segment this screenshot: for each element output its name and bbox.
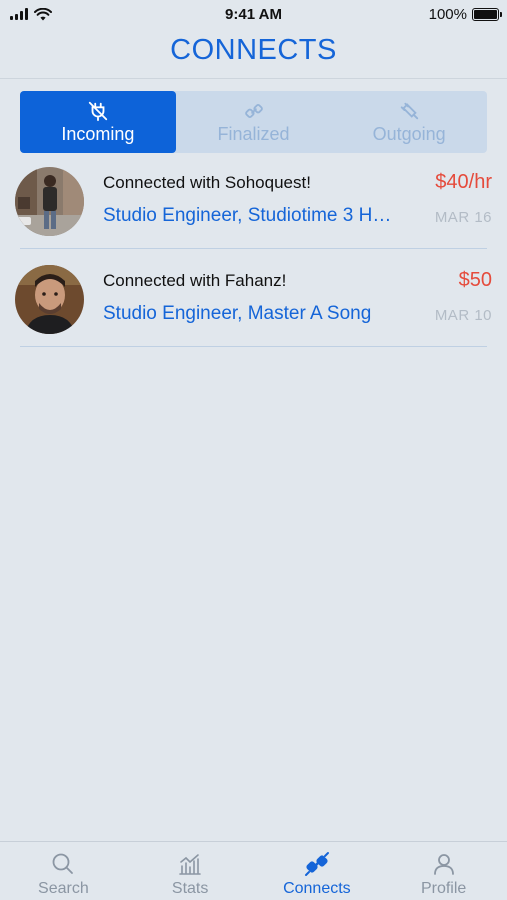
plug-connected-icon [244,103,263,118]
connection-date: MAR 16 [434,209,492,226]
connection-price: $50 [458,269,492,291]
avatar [15,265,84,334]
status-right: 100% [428,5,502,23]
segmented-control: Incoming Finalized Outgoing [20,91,487,153]
status-left [10,7,52,21]
battery-percent: 100% [428,5,467,23]
avatar [15,167,84,236]
wifi-icon [34,7,52,20]
header-divider [0,78,507,79]
profile-icon [433,854,454,875]
plug-unplugged-icon [88,101,107,121]
plug-icon [400,102,419,119]
list-item[interactable]: Connected with Fahanz! Studio Engineer, … [0,258,507,356]
connects-icon [304,852,329,876]
segment-finalized[interactable]: Finalized [176,91,332,153]
tab-search-label: Search [38,880,89,897]
tab-connects-label: Connects [283,880,351,897]
row-divider [20,248,487,249]
tab-search[interactable]: Search [0,842,127,900]
tab-profile-label: Profile [420,880,467,897]
segment-incoming[interactable]: Incoming [20,91,176,153]
tab-profile[interactable]: Profile [380,842,507,900]
status-bar: 9:41 AM 100% [0,0,507,28]
connection-title: Connected with Sohoquest! [103,173,311,192]
stats-icon [179,854,201,875]
cellular-signal-icon [10,8,28,20]
connection-service[interactable]: Studio Engineer, Studiotime 3 Hour Sessi… [103,205,393,227]
segment-incoming-label: Incoming [61,123,135,144]
tab-stats[interactable]: Stats [127,842,254,900]
segment-outgoing[interactable]: Outgoing [331,91,487,153]
page-title: CONNECTS [170,34,337,66]
list-item[interactable]: Connected with Sohoquest! Studio Enginee… [0,160,507,258]
battery-icon [472,7,502,21]
row-divider [20,346,487,347]
connection-price: $40/hr [435,171,492,193]
segment-outgoing-label: Outgoing [372,123,446,144]
connection-date: MAR 10 [434,307,492,324]
tab-stats-label: Stats [171,880,209,897]
tab-bar: Search Stats Connects Profile [0,841,507,900]
connection-service[interactable]: Studio Engineer, Master A Song [103,303,393,325]
connections-list: Connected with Sohoquest! Studio Enginee… [0,160,507,356]
tab-connects[interactable]: Connects [254,842,381,900]
segment-finalized-label: Finalized [217,123,290,144]
connection-title: Connected with Fahanz! [103,271,287,290]
search-icon [52,853,74,874]
